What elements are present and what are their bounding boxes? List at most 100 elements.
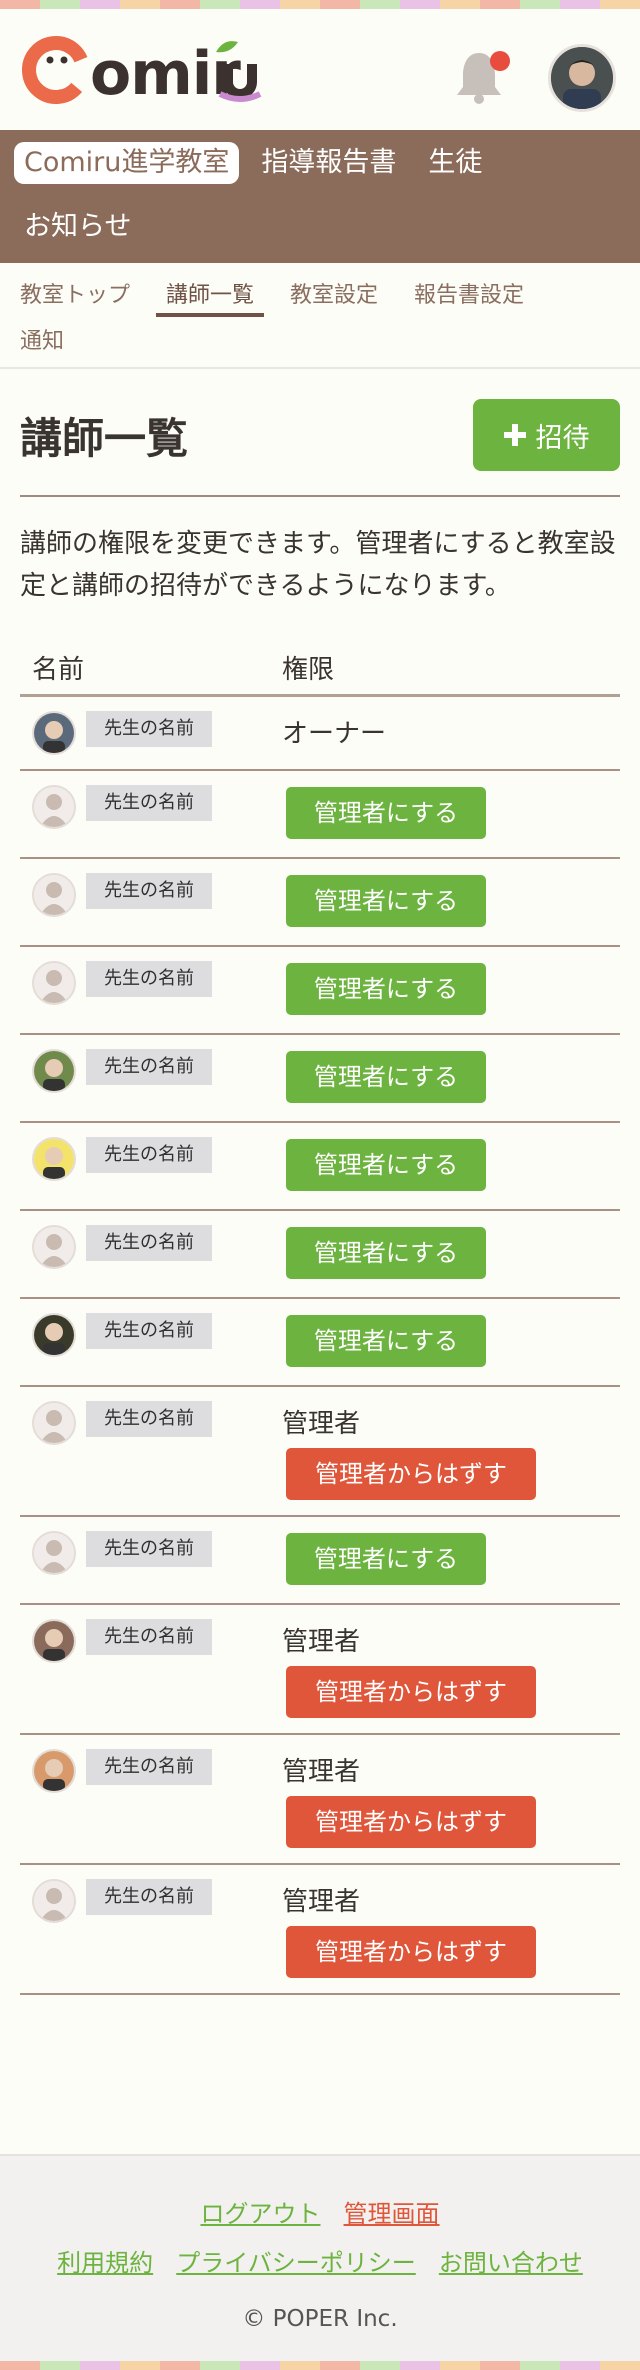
role-cell: 管理者にする: [282, 771, 620, 857]
role-cell: 管理者にする: [282, 1299, 620, 1385]
invite-button[interactable]: 招待: [473, 399, 620, 471]
sub-nav: 教室トップ 講師一覧 教室設定 報告書設定 通知: [0, 263, 640, 369]
table-row: 先生の名前 管理者にする: [20, 1299, 620, 1387]
bottom-stripe: [0, 2361, 640, 2370]
table-row: 先生の名前 管理者にする: [20, 771, 620, 859]
role-cell: 管理者にする: [282, 1517, 620, 1603]
name-cell: 先生の名前: [20, 1735, 282, 1863]
avatar: [32, 711, 76, 755]
role-label: 管理者: [282, 1887, 361, 1917]
table-row: 先生の名前 管理者にする: [20, 1035, 620, 1123]
role-label: 管理者: [282, 1627, 361, 1657]
remove-admin-button[interactable]: 管理者からはずす: [286, 1666, 536, 1718]
role-cell: 管理者にする: [282, 1123, 620, 1209]
invite-label: 招待: [535, 422, 590, 454]
role-cell: 管理者にする: [282, 1211, 620, 1297]
teacher-name: 先生の名前: [86, 1531, 212, 1567]
avatar: [32, 1619, 76, 1663]
logout-link[interactable]: ログアウト: [200, 2200, 320, 2228]
main-nav: Comiru進学教室 指導報告書 生徒 お知らせ: [0, 130, 640, 263]
teacher-name: 先生の名前: [86, 961, 212, 997]
user-avatar[interactable]: [548, 44, 616, 112]
make-admin-button[interactable]: 管理者にする: [286, 875, 486, 927]
tab-classroom-settings[interactable]: 教室設定: [280, 271, 388, 317]
make-admin-button[interactable]: 管理者にする: [286, 1227, 486, 1279]
role-cell: 管理者管理者からはずす: [282, 1865, 620, 1993]
name-cell: 先生の名前: [20, 1387, 282, 1515]
main-content: 講師一覧 招待 講師の権限を変更できます。管理者にすると教室設定と講師の招待がで…: [0, 369, 640, 1995]
teacher-name: 先生の名前: [86, 1619, 212, 1655]
title-row: 講師一覧 招待: [20, 369, 620, 497]
footer: ログアウト 管理画面 利用規約 プライバシーポリシー お問い合わせ © POPE…: [0, 2154, 640, 2361]
table-row: 先生の名前 管理者にする: [20, 1517, 620, 1605]
remove-admin-button[interactable]: 管理者からはずす: [286, 1796, 536, 1848]
name-cell: 先生の名前: [20, 947, 282, 1033]
avatar: [32, 1749, 76, 1793]
avatar: [32, 1313, 76, 1357]
table-row: 先生の名前 管理者にする: [20, 1123, 620, 1211]
name-cell: 先生の名前: [20, 1605, 282, 1733]
name-cell: 先生の名前: [20, 697, 282, 769]
make-admin-button[interactable]: 管理者にする: [286, 1051, 486, 1103]
tab-teacher-list[interactable]: 講師一覧: [156, 271, 265, 317]
make-admin-button[interactable]: 管理者にする: [286, 1533, 486, 1585]
role-label: 管理者: [282, 1409, 361, 1439]
teacher-table-body: 先生の名前 オーナー 先生の名前 管理者にする 先生の名前 管理者にする 先生の名前 管理者に…: [20, 697, 620, 1995]
logo[interactable]: omir: [20, 30, 300, 110]
role-label: オーナー: [282, 719, 387, 749]
tab-classroom-top[interactable]: 教室トップ: [10, 271, 140, 317]
name-cell: 先生の名前: [20, 771, 282, 857]
notification-badge: [490, 51, 510, 71]
avatar: [32, 785, 76, 829]
table-row: 先生の名前 管理者にする: [20, 859, 620, 947]
teacher-name: 先生の名前: [86, 1313, 212, 1349]
teacher-name: 先生の名前: [86, 1749, 212, 1785]
column-name: 名前: [32, 655, 85, 685]
make-admin-button[interactable]: 管理者にする: [286, 1139, 486, 1191]
name-cell: 先生の名前: [20, 1035, 282, 1121]
make-admin-button[interactable]: 管理者にする: [286, 787, 486, 839]
top-stripe: [0, 0, 640, 9]
copyright: © POPER Inc.: [242, 2306, 398, 2332]
make-admin-button[interactable]: 管理者にする: [286, 1315, 486, 1367]
table-row: 先生の名前 管理者 管理者からはずす: [20, 1865, 620, 1995]
page-title: 講師一覧: [20, 413, 189, 463]
teacher-name: 先生の名前: [86, 1137, 212, 1173]
role-cell: 管理者にする: [282, 947, 620, 1033]
teacher-name: 先生の名前: [86, 873, 212, 909]
terms-link[interactable]: 利用規約: [57, 2249, 153, 2277]
table-row: 先生の名前 管理者管理者からはずす: [20, 1605, 620, 1735]
table-row: 先生の名前 管理者にする: [20, 947, 620, 1035]
avatar: [32, 961, 76, 1005]
avatar: [32, 1049, 76, 1093]
role-cell: オーナー: [282, 697, 620, 769]
teacher-name: 先生の名前: [86, 1401, 212, 1437]
tab-notifications[interactable]: 通知: [10, 317, 74, 363]
role-cell: 管理者管理者からはずす: [282, 1735, 620, 1863]
make-admin-button[interactable]: 管理者にする: [286, 963, 486, 1015]
avatar: [32, 1531, 76, 1575]
nav-item-classroom[interactable]: Comiru進学教室: [14, 142, 240, 184]
header: omir: [0, 9, 640, 130]
page-description: 講師の権限を変更できます。管理者にすると教室設定と講師の招待ができるようになりま…: [20, 529, 616, 601]
teacher-name: 先生の名前: [86, 785, 212, 821]
avatar: [32, 1225, 76, 1269]
admin-link[interactable]: 管理画面: [344, 2200, 440, 2228]
contact-link[interactable]: お問い合わせ: [439, 2249, 583, 2277]
role-cell: 管理者管理者からはずす: [282, 1605, 620, 1733]
privacy-link[interactable]: プライバシーポリシー: [176, 2249, 416, 2277]
tab-report-settings[interactable]: 報告書設定: [404, 271, 534, 317]
role-label: 管理者: [282, 1757, 361, 1787]
remove-admin-button[interactable]: 管理者からはずす: [286, 1926, 536, 1978]
remove-admin-button[interactable]: 管理者からはずす: [286, 1448, 536, 1500]
avatar: [32, 873, 76, 917]
nav-item-reports[interactable]: 指導報告書: [251, 142, 406, 184]
role-cell: 管理者管理者からはずす: [282, 1387, 620, 1515]
nav-item-students[interactable]: 生徒: [418, 142, 492, 184]
teacher-name: 先生の名前: [86, 1049, 212, 1085]
table-row: 先生の名前 管理者管理者からはずす: [20, 1735, 620, 1865]
role-cell: 管理者にする: [282, 859, 620, 945]
nav-item-news[interactable]: お知らせ: [14, 206, 141, 248]
table-header: 名前 権限: [20, 641, 620, 697]
name-cell: 先生の名前: [20, 1517, 282, 1603]
